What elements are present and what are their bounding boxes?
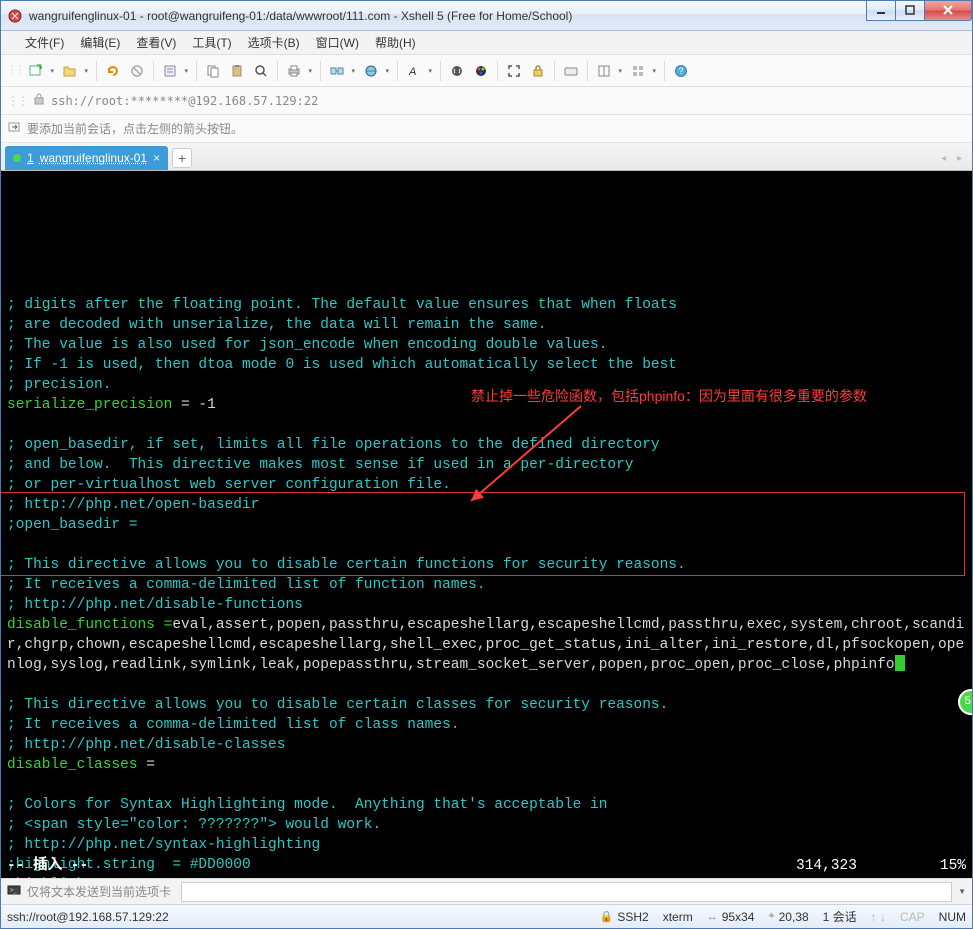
paste-button[interactable] [226, 60, 248, 82]
status-bar: ssh://root@192.168.57.129:22 🔒SSH2 xterm… [1, 904, 972, 928]
svg-text:+: + [38, 64, 43, 72]
lock-button[interactable] [527, 60, 549, 82]
layout-button[interactable] [593, 60, 625, 82]
open-session-button[interactable] [59, 60, 91, 82]
script-button[interactable] [446, 60, 468, 82]
menu-tools[interactable]: 工具(T) [184, 31, 239, 54]
status-connection: ssh://root@192.168.57.129:22 [7, 910, 586, 924]
lock-icon: 🔒 [600, 910, 614, 923]
svg-text:>_: >_ [10, 888, 18, 894]
terminal[interactable]: 禁止掉一些危险函数，包括phpinfo：因为里面有很多重要的参数 56 ; di… [1, 171, 972, 878]
toolbar: ⋮⋮ + A ? [1, 55, 972, 87]
menu-edit[interactable]: 编辑(E) [72, 31, 128, 54]
new-session-button[interactable]: + [25, 60, 57, 82]
status-size: 95x34 [722, 910, 755, 924]
grip-icon: ⋮⋮ [7, 65, 23, 76]
app-icon [7, 8, 23, 24]
hint-bar: 要添加当前会话，点击左侧的箭头按钮。 [1, 115, 972, 143]
tab-bar: 1 wangruifenglinux-01 × + ◂ ▸ [1, 143, 972, 171]
copy-button[interactable] [202, 60, 224, 82]
properties-button[interactable] [159, 60, 191, 82]
arrow-add-icon[interactable] [7, 120, 21, 137]
maximize-button[interactable] [895, 1, 925, 21]
lock-icon [33, 93, 45, 108]
tab-name: wangruifenglinux-01 [40, 151, 147, 165]
status-term: xterm [663, 910, 693, 924]
status-num: NUM [939, 910, 966, 924]
status-sessions: 1 会话 [823, 908, 857, 925]
menu-help[interactable]: 帮助(H) [367, 31, 424, 54]
send-input[interactable] [181, 882, 952, 902]
send-bar: >_ 仅将文本发送到当前选项卡 ▼ [1, 878, 972, 904]
minimize-button[interactable] [866, 1, 896, 21]
tile-button[interactable] [627, 60, 659, 82]
new-tab-button[interactable]: + [172, 148, 192, 168]
transfer-button[interactable] [326, 60, 358, 82]
send-icon[interactable]: >_ [7, 883, 21, 900]
status-rowcol: 20,38 [779, 910, 809, 924]
disconnect-button[interactable] [126, 60, 148, 82]
reconnect-button[interactable] [102, 60, 124, 82]
find-button[interactable] [250, 60, 272, 82]
tab-index: 1 [27, 151, 34, 165]
status-dot-icon [13, 154, 21, 162]
send-dropdown-icon[interactable]: ▼ [958, 887, 966, 896]
window-title: wangruifenglinux-01 - root@wangruifeng-0… [29, 9, 867, 23]
help-button[interactable]: ? [670, 60, 692, 82]
svg-text:A: A [408, 66, 416, 78]
size-icon: ↔ [707, 911, 718, 923]
font-button[interactable]: A [403, 60, 435, 82]
titlebar: wangruifenglinux-01 - root@wangruifeng-0… [1, 1, 972, 31]
close-button[interactable] [924, 1, 972, 21]
keyboard-button[interactable] [560, 60, 582, 82]
address-text[interactable]: ssh://root:********@192.168.57.129:22 [51, 94, 318, 108]
cursor-icon: ⌖ [768, 910, 774, 923]
app-window: wangruifenglinux-01 - root@wangruifeng-0… [0, 0, 973, 929]
menu-window[interactable]: 窗口(W) [308, 31, 367, 54]
color-button[interactable] [470, 60, 492, 82]
send-target-label: 仅将文本发送到当前选项卡 [27, 883, 171, 900]
menu-tabs[interactable]: 选项卡(B) [240, 31, 308, 54]
menu-view[interactable]: 查看(V) [128, 31, 184, 54]
menu-file[interactable]: 文件(F) [17, 31, 72, 54]
menubar: 文件(F) 编辑(E) 查看(V) 工具(T) 选项卡(B) 窗口(W) 帮助(… [1, 31, 972, 55]
status-cap: CAP [900, 910, 925, 924]
grip-icon: ⋮⋮ [7, 94, 27, 108]
status-protocol: SSH2 [617, 910, 648, 924]
address-bar: ⋮⋮ ssh://root:********@192.168.57.129:22 [1, 87, 972, 115]
print-button[interactable] [283, 60, 315, 82]
tab-nav-arrows[interactable]: ◂ ▸ [941, 153, 966, 164]
status-updown-icon: ↑ ↓ [871, 910, 886, 924]
svg-text:?: ? [679, 66, 684, 76]
fullscreen-button[interactable] [503, 60, 525, 82]
globe-button[interactable] [360, 60, 392, 82]
session-tab[interactable]: 1 wangruifenglinux-01 × [5, 146, 168, 170]
tab-close-icon[interactable]: × [153, 151, 160, 165]
hint-text: 要添加当前会话，点击左侧的箭头按钮。 [27, 120, 243, 137]
